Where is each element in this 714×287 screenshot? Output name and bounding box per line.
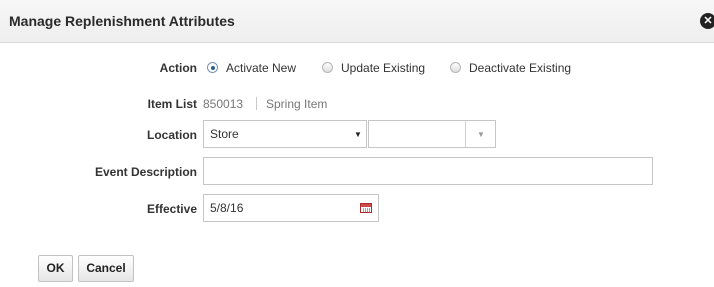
location-type-select[interactable]: Store ▼ (203, 120, 367, 148)
close-icon[interactable]: ✕ (700, 13, 714, 29)
event-description-label: Event Description (94, 165, 197, 179)
location-dropdown-button[interactable]: ▼ (465, 121, 495, 147)
item-list-id: 850013 (203, 97, 244, 111)
radio-activate-new-label[interactable]: Activate New (226, 61, 296, 75)
location-label: Location (147, 128, 197, 142)
location-select[interactable]: ▼ (368, 120, 496, 148)
radio-deactivate-existing[interactable] (450, 62, 461, 73)
radio-update-existing[interactable] (322, 62, 333, 73)
cancel-button[interactable]: Cancel (78, 255, 134, 282)
manage-replenishment-dialog: Manage Replenishment Attributes ✕ Action… (0, 0, 714, 287)
radio-activate-new[interactable] (207, 62, 218, 73)
location-type-value: Store (210, 127, 239, 141)
radio-update-existing-label[interactable]: Update Existing (341, 61, 425, 75)
dialog-title: Manage Replenishment Attributes (9, 13, 235, 29)
effective-label: Effective (146, 202, 197, 216)
radio-deactivate-existing-label[interactable]: Deactivate Existing (469, 61, 571, 75)
chevron-down-icon: ▼ (354, 130, 362, 139)
item-list-divider (256, 97, 257, 110)
calendar-icon[interactable] (360, 203, 372, 213)
dialog-title-bar: Manage Replenishment Attributes ✕ (0, 0, 714, 43)
item-list-label: Item List (147, 97, 197, 111)
effective-date-input[interactable]: 5/8/16 (203, 194, 379, 222)
item-list-name: Spring Item (266, 97, 328, 111)
event-description-input[interactable] (203, 157, 653, 185)
action-label: Action (159, 61, 197, 75)
chevron-down-icon: ▼ (477, 130, 485, 139)
effective-date-value: 5/8/16 (210, 201, 244, 215)
ok-button[interactable]: OK (38, 255, 73, 282)
